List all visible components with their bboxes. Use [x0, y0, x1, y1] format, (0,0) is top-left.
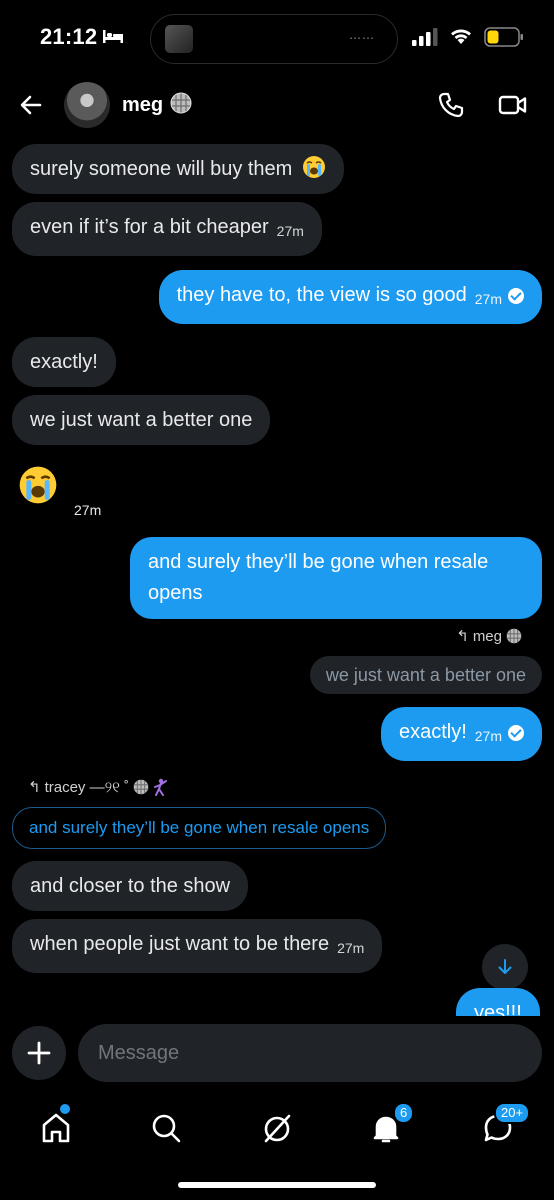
- incoming-message[interactable]: surely someone will buy them: [12, 144, 344, 194]
- reply-author: meg: [472, 627, 502, 645]
- reply-context-label: ↰ meg: [456, 627, 522, 645]
- sleep-focus-icon: [103, 30, 123, 43]
- status-time: 21:12: [40, 24, 98, 49]
- message-timestamp: 27m: [474, 728, 502, 744]
- outgoing-message[interactable]: exactly! 27m: [380, 707, 542, 761]
- message-input[interactable]: [78, 1024, 542, 1082]
- message-timestamp: 27m: [276, 223, 304, 239]
- battery-low-power-icon: [484, 27, 523, 47]
- contact-avatar[interactable]: [64, 82, 110, 128]
- now-playing-artwork: [165, 25, 193, 53]
- reply-arrow-icon: ↰: [28, 779, 41, 796]
- contact-name[interactable]: meg: [122, 94, 163, 117]
- message-composer: [0, 1024, 554, 1086]
- audio-waveform-icon: ⋯⋯: [349, 31, 375, 45]
- message-thread[interactable]: surely someone will buy them even if it’…: [0, 140, 554, 1016]
- notifications-badge: 6: [393, 1102, 415, 1124]
- message-text-line: and surely they’ll be gone when resale: [148, 551, 489, 573]
- outgoing-message[interactable]: and surely they’ll be gone when resale o…: [130, 537, 542, 619]
- scroll-to-bottom-button[interactable]: [482, 944, 528, 990]
- search-icon[interactable]: [146, 1108, 186, 1148]
- cellular-signal-icon: [412, 28, 438, 46]
- replied-message-quote[interactable]: we just want a better one: [309, 656, 542, 694]
- message-text: they have to, the view is so good: [176, 284, 467, 306]
- wifi-icon: [451, 29, 471, 44]
- home-icon[interactable]: [36, 1108, 76, 1148]
- incoming-message[interactable]: even if it’s for a bit cheaper 27m: [12, 202, 322, 256]
- message-text: when people just want to be there: [30, 933, 330, 955]
- outgoing-message[interactable]: yes!!!: [456, 988, 540, 1016]
- outgoing-message[interactable]: they have to, the view is so good 27m: [158, 270, 542, 324]
- plus-icon: [27, 1041, 51, 1065]
- back-arrow-icon[interactable]: [18, 92, 44, 118]
- dancer-emoji-icon: [154, 778, 168, 796]
- incoming-message[interactable]: when people just want to be there 27m: [12, 919, 383, 973]
- bottom-navigation: 6 20+: [0, 1096, 554, 1200]
- crying-face-emoji-icon: [302, 156, 325, 178]
- message-text: we just want a better one: [30, 409, 253, 431]
- add-attachment-button[interactable]: [12, 1026, 66, 1080]
- incoming-message[interactable]: we just want a better one: [12, 395, 271, 445]
- grok-icon[interactable]: [257, 1108, 297, 1148]
- message-text: and closer to the show: [30, 875, 231, 897]
- reply-arrow-icon: ↰: [456, 628, 469, 645]
- home-indicator: [178, 1182, 376, 1188]
- disco-ball-icon: [170, 92, 192, 114]
- status-bar: 21:12 ⋯⋯: [0, 0, 554, 76]
- reply-context-label: ↰ tracey —୨୧ ˚: [28, 778, 169, 796]
- crying-face-emoji-icon[interactable]: [18, 465, 58, 505]
- phone-call-icon[interactable]: [438, 92, 464, 118]
- incoming-message[interactable]: exactly!: [12, 337, 116, 387]
- message-text: exactly!: [30, 351, 98, 373]
- disco-ball-icon: [506, 628, 522, 644]
- message-text: exactly!: [398, 721, 467, 743]
- message-timestamp: 27m: [474, 291, 502, 307]
- message-text: surely someone will buy them: [30, 158, 293, 180]
- incoming-message[interactable]: and closer to the show: [12, 861, 249, 911]
- message-text: yes!!!: [474, 1002, 522, 1016]
- messages-badge: 20+: [494, 1102, 531, 1124]
- conversation-header: meg: [0, 76, 554, 138]
- home-unread-dot: [60, 1104, 70, 1114]
- disco-ball-icon: [133, 779, 149, 795]
- read-receipt-check-icon: [508, 288, 524, 304]
- read-receipt-check-icon: [508, 725, 524, 741]
- video-call-icon[interactable]: [498, 94, 528, 116]
- arrow-down-icon: [498, 959, 512, 974]
- reply-author: tracey —୨୧ ˚: [44, 778, 130, 796]
- message-text-line: opens: [148, 582, 203, 604]
- message-timestamp: 27m: [337, 940, 365, 956]
- replied-message-quote[interactable]: and surely they’ll be gone when resale o…: [12, 807, 387, 849]
- dynamic-island[interactable]: ⋯⋯: [150, 14, 398, 64]
- message-text: even if it’s for a bit cheaper: [30, 216, 269, 238]
- message-timestamp: 27m: [74, 502, 102, 518]
